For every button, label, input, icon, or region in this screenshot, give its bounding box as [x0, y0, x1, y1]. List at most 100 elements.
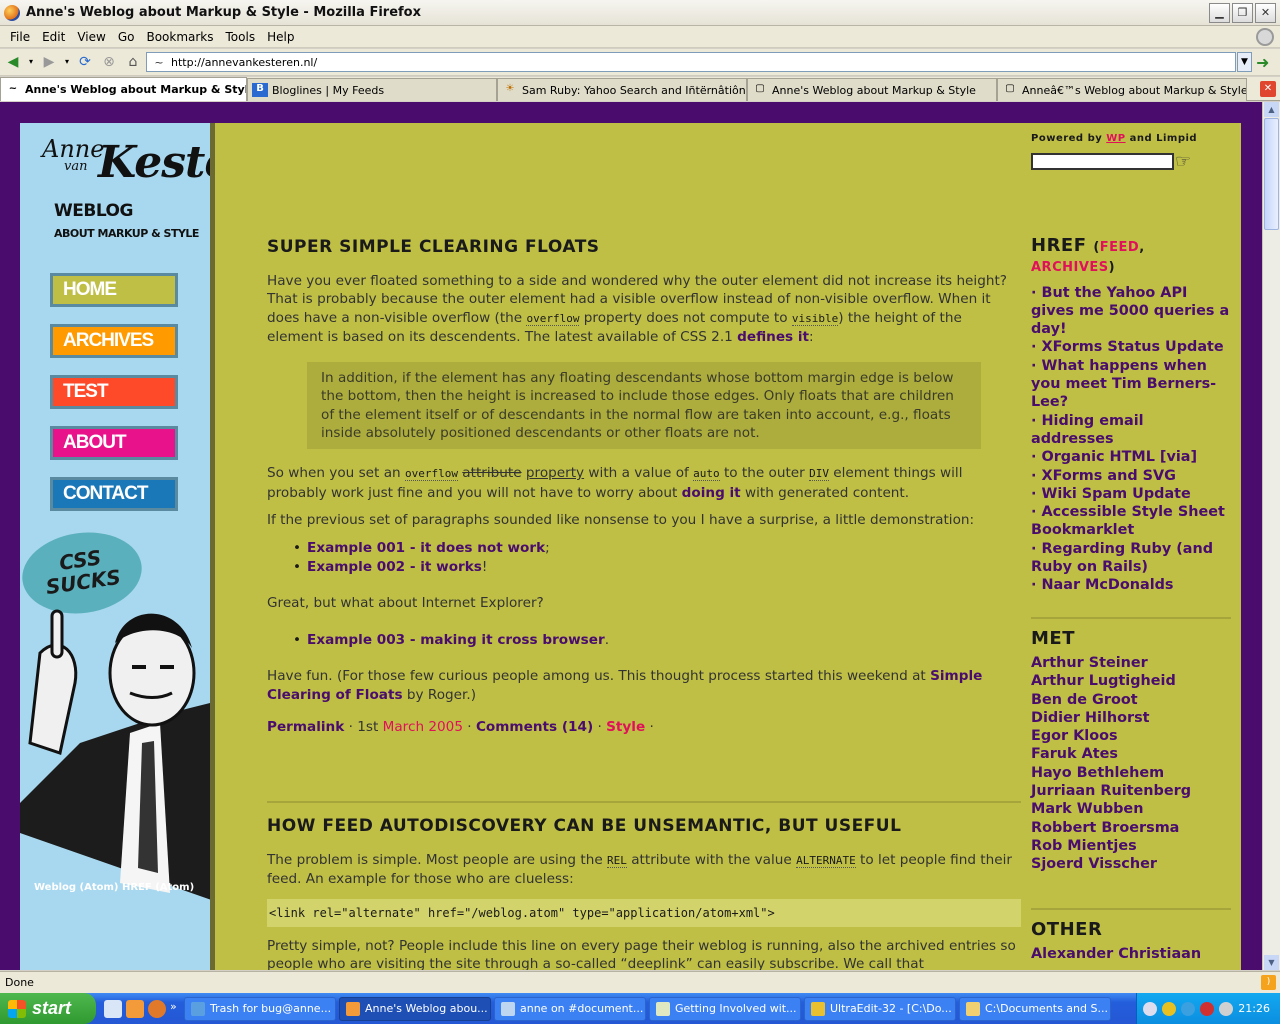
reload-icon[interactable]: ⟳ — [74, 52, 96, 72]
restore-button[interactable]: ❐ — [1232, 3, 1253, 23]
tray-expand-icon[interactable] — [1143, 1001, 1158, 1016]
scroll-up-icon[interactable]: ▲ — [1264, 102, 1279, 117]
limpid-link[interactable]: Limpid — [1156, 133, 1197, 144]
tab-annes-weblog[interactable]: ~ Anne's Weblog about Markup & Style — [0, 77, 247, 101]
minimize-button[interactable]: ▁ — [1209, 3, 1230, 23]
feed-link[interactable]: FEED — [1100, 240, 1139, 255]
post-title[interactable]: SUPER SIMPLE CLEARING FLOATS — [267, 236, 1021, 258]
sidebar-link[interactable]: Jurriaan Ruitenberg — [1031, 782, 1231, 800]
code-visible: visible — [791, 311, 839, 326]
sidebar-link[interactable]: · Organic HTML [via] — [1031, 448, 1231, 466]
sidebar-link[interactable]: · XForms Status Update — [1031, 338, 1231, 356]
left-column: Anne van Kesteren WEBLOG ABOUT MARKUP & … — [17, 123, 338, 970]
scroll-down-icon[interactable]: ▼ — [1264, 955, 1279, 970]
sidebar-link[interactable]: Sjoerd Visscher — [1031, 855, 1231, 873]
sidebar-link[interactable]: Robbert Broersma — [1031, 819, 1231, 837]
task-firefox[interactable]: Anne's Weblog abou... — [339, 996, 491, 1021]
forward-dropdown-icon[interactable]: ▾ — [62, 52, 72, 72]
sidebar-link[interactable]: Faruk Ates — [1031, 745, 1231, 763]
sidebar-link[interactable]: Ben de Groot — [1031, 691, 1231, 709]
sidebar-link[interactable]: Alexander Christiaan — [1031, 945, 1231, 963]
thunderbird-launch-icon[interactable] — [148, 999, 166, 1018]
comments-link[interactable]: Comments (14) — [476, 719, 593, 735]
tab-sam-ruby[interactable]: ☀ Sam Ruby: Yahoo Search and Iñtërnâtiôn… — [497, 78, 747, 101]
permalink-link[interactable]: Permalink — [267, 719, 344, 735]
example-003-link[interactable]: Example 003 - making it cross browser — [307, 632, 605, 648]
example-001-link[interactable]: Example 001 - it does not work — [307, 540, 545, 556]
menu-go[interactable]: Go — [112, 30, 141, 44]
post-paragraph: Great, but what about Internet Explorer? — [267, 594, 544, 611]
antivirus-icon[interactable] — [1200, 1001, 1215, 1016]
volume-icon[interactable] — [1219, 1001, 1234, 1016]
forward-arrow-icon[interactable]: ▶ — [38, 52, 60, 72]
nav-contact[interactable]: CONTACT — [50, 477, 178, 511]
back-arrow-icon[interactable]: ◀ — [2, 52, 24, 72]
url-text[interactable]: http://annevankesteren.nl/ — [171, 56, 317, 69]
scroll-thumb[interactable] — [1264, 118, 1279, 230]
sidebar-link[interactable]: Egor Kloos — [1031, 727, 1231, 745]
close-tab-icon[interactable]: ✕ — [1260, 81, 1276, 97]
go-arrow-icon[interactable]: ➜ — [1256, 53, 1269, 72]
task-trash[interactable]: Trash for bug@anne... — [184, 996, 336, 1021]
stop-icon[interactable]: ⊗ — [98, 52, 120, 72]
tab-bloglines[interactable]: B Bloglines | My Feeds — [247, 78, 497, 101]
start-button[interactable]: start — [0, 993, 96, 1024]
pointing-hand-icon[interactable]: ☞ — [1175, 151, 1191, 172]
menu-edit[interactable]: Edit — [36, 30, 71, 44]
example-002-link[interactable]: Example 002 - it works — [307, 559, 482, 575]
sidebar-link[interactable]: · What happens when you meet Tim Berners… — [1031, 357, 1231, 412]
task-irc[interactable]: anne on #document... — [494, 996, 646, 1021]
defines-it-link[interactable]: defines it — [737, 329, 809, 345]
nav-about[interactable]: ABOUT — [50, 426, 178, 460]
home-icon[interactable]: ⌂ — [122, 52, 144, 72]
vertical-scrollbar[interactable]: ▲ ▼ — [1262, 102, 1280, 970]
task-getting-involved[interactable]: Getting Involved wit... — [649, 996, 801, 1021]
archives-link[interactable]: ARCHIVES — [1031, 260, 1109, 275]
network-icon[interactable] — [1181, 1001, 1196, 1016]
url-dropdown-icon[interactable]: ▼ — [1237, 52, 1252, 72]
menu-bookmarks[interactable]: Bookmarks — [140, 30, 219, 44]
show-desktop-icon[interactable] — [104, 999, 122, 1018]
sidebar-link[interactable]: Arthur Lugtigheid — [1031, 672, 1231, 690]
nav-home[interactable]: HOME — [50, 273, 178, 307]
quick-launch-more-icon[interactable]: » — [170, 1000, 178, 1018]
sidebar-link[interactable]: Hayo Bethlehem — [1031, 764, 1231, 782]
nav-test[interactable]: TEST — [50, 375, 178, 409]
menu-tools[interactable]: Tools — [220, 30, 262, 44]
menu-file[interactable]: File — [4, 30, 36, 44]
wp-link[interactable]: WP — [1106, 133, 1125, 144]
search-input[interactable] — [1031, 153, 1174, 170]
tab-annes-weblog-3[interactable]: ▢ Anneâ€™s Weblog about Markup & Style — [997, 78, 1247, 101]
sidebar-link[interactable]: · Naar McDonalds — [1031, 576, 1231, 594]
back-dropdown-icon[interactable]: ▾ — [26, 52, 36, 72]
task-explorer[interactable]: C:\Documents and S... — [959, 996, 1111, 1021]
sidebar-link[interactable]: · But the Yahoo API gives me 5000 querie… — [1031, 284, 1231, 339]
sidebar-link[interactable]: · Wiki Spam Update — [1031, 485, 1231, 503]
close-button[interactable]: ✕ — [1255, 3, 1276, 23]
menu-view[interactable]: View — [71, 30, 111, 44]
doing-it-link[interactable]: doing it — [682, 485, 741, 501]
address-bar[interactable]: ~ http://annevankesteren.nl/ — [146, 52, 1236, 72]
task-ultraedit[interactable]: UltraEdit-32 - [C:\Do... — [804, 996, 956, 1021]
security-shield-icon[interactable] — [1162, 1001, 1177, 1016]
left-feeds-links[interactable]: Weblog (Atom) HREF (Atom) — [34, 882, 194, 893]
clock[interactable]: 21:26 — [1238, 1002, 1270, 1015]
sidebar-link[interactable]: Mark Wubben — [1031, 800, 1231, 818]
sidebar-link[interactable]: · Regarding Ruby (and Ruby on Rails) — [1031, 540, 1231, 577]
code-div: DIV — [809, 467, 829, 482]
category-style-link[interactable]: Style — [606, 719, 645, 735]
sidebar-link[interactable]: Arthur Steiner — [1031, 654, 1231, 672]
tab-label: Anne's Weblog about Markup & Style — [25, 83, 247, 96]
menu-help[interactable]: Help — [261, 30, 300, 44]
sidebar-link[interactable]: Didier Hilhorst — [1031, 709, 1231, 727]
firefox-launch-icon[interactable] — [126, 999, 144, 1018]
nav-archives[interactable]: ARCHIVES — [50, 324, 178, 358]
sidebar-link[interactable]: · Hiding email addresses — [1031, 412, 1231, 449]
sidebar-link[interactable]: · Accessible Style Sheet Bookmarklet — [1031, 503, 1231, 540]
sidebar-link[interactable]: · XForms and SVG — [1031, 467, 1231, 485]
tab-annes-weblog-2[interactable]: ▢ Anne's Weblog about Markup & Style — [747, 78, 997, 101]
post-title[interactable]: HOW FEED AUTODISCOVERY CAN BE UNSEMANTIC… — [267, 815, 1021, 837]
date-archive-link[interactable]: March 2005 — [383, 719, 463, 735]
rss-feed-icon[interactable]: ) — [1261, 975, 1276, 990]
sidebar-link[interactable]: Rob Mientjes — [1031, 837, 1231, 855]
